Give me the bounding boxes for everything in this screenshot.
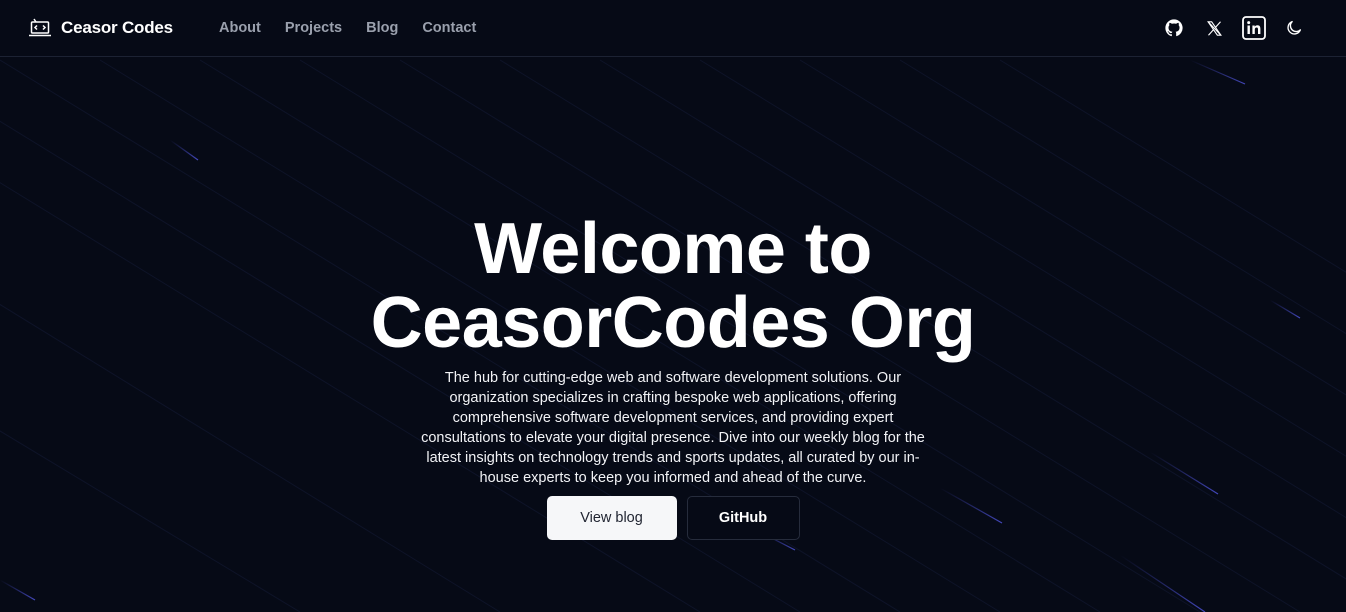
nav-contact[interactable]: Contact xyxy=(422,18,476,38)
x-twitter-link[interactable] xyxy=(1202,14,1226,42)
brand-name: Ceasor Codes xyxy=(61,18,173,37)
hero-section: Welcome to CeasorCodes Org The hub for c… xyxy=(0,212,1346,540)
github-icon xyxy=(1165,19,1183,37)
laptop-code-icon xyxy=(28,16,52,40)
hero-title-line-2: CeasorCodes Org xyxy=(370,283,976,363)
brand-link[interactable]: Ceasor Codes xyxy=(28,16,173,40)
hero-title-line-1: Welcome to xyxy=(474,209,872,289)
hero-actions: View blog GitHub xyxy=(0,496,1346,540)
nav-blog[interactable]: Blog xyxy=(366,18,398,38)
x-twitter-icon xyxy=(1206,20,1222,36)
page: Ceasor Codes About Projects Blog Contact xyxy=(0,0,1346,612)
github-button[interactable]: GitHub xyxy=(686,496,800,540)
github-link[interactable] xyxy=(1162,14,1186,42)
linkedin-link[interactable] xyxy=(1242,14,1266,42)
top-navbar: Ceasor Codes About Projects Blog Contact xyxy=(0,0,1346,57)
hero-description: The hub for cutting-edge web and softwar… xyxy=(421,370,925,486)
linkedin-icon xyxy=(1242,16,1266,40)
nav-about[interactable]: About xyxy=(219,18,261,38)
main-nav: About Projects Blog Contact xyxy=(219,18,476,38)
hero-title: Welcome to CeasorCodes Org xyxy=(0,212,1346,360)
moon-icon xyxy=(1287,20,1302,35)
view-blog-button[interactable]: View blog xyxy=(546,496,677,540)
theme-toggle-button[interactable] xyxy=(1282,14,1306,42)
social-links xyxy=(1162,14,1306,42)
nav-projects[interactable]: Projects xyxy=(285,18,342,38)
